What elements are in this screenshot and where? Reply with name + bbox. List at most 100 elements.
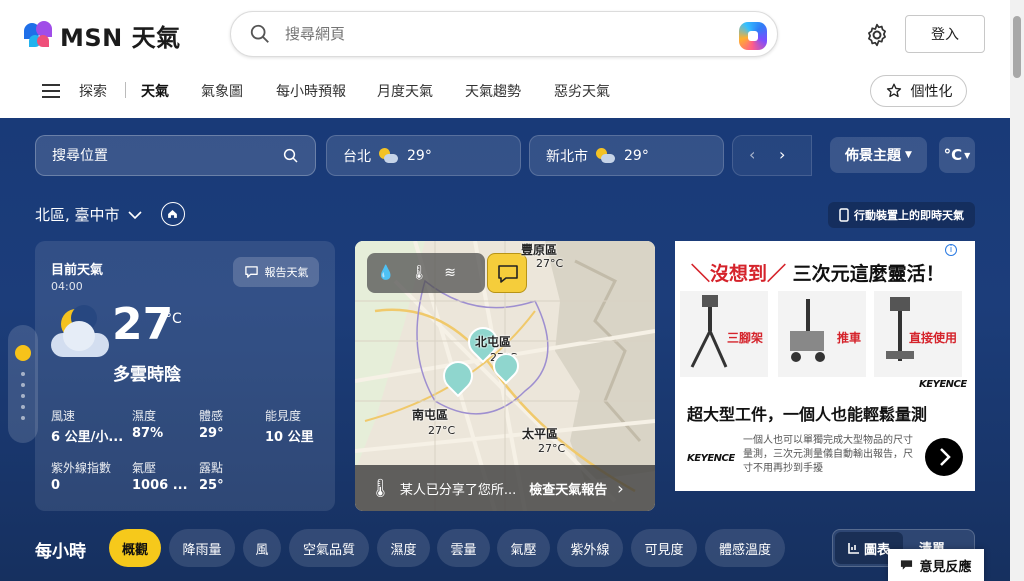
- nav-item-severe[interactable]: 惡劣天氣: [554, 81, 610, 101]
- tab-uv[interactable]: 紫外線: [557, 529, 623, 567]
- unit-dropdown[interactable]: °C ▼: [939, 137, 975, 173]
- tab-feels-like[interactable]: 體感溫度: [705, 529, 785, 567]
- chat-icon: [244, 266, 258, 278]
- ad-body-text: 一個人也可以單獨完成大型物品的尺寸量測，三次元測量儀自動輸出報告，尺寸不用再抄到…: [743, 435, 913, 474]
- tab-cloud-cover[interactable]: 雲量: [437, 529, 490, 567]
- saved-location-temp: 29°: [407, 147, 432, 164]
- feedback-button[interactable]: 意見反應: [888, 549, 984, 581]
- web-search-input[interactable]: [285, 25, 715, 43]
- saved-location-new-taipei[interactable]: 新北市 29°: [529, 135, 724, 176]
- map-share-text: 某人已分享了您所...: [399, 482, 517, 498]
- location-selector[interactable]: 北區, 臺中市: [35, 204, 142, 225]
- ad-product-direct: 直接使用: [874, 291, 962, 377]
- msn-logo[interactable]: MSN 天氣: [24, 18, 181, 53]
- map-place-beitun: 北屯區: [475, 335, 512, 349]
- chevron-down-icon: ▼: [964, 150, 971, 160]
- theme-dropdown[interactable]: 佈景主題 ▼: [830, 137, 927, 173]
- saved-location-name: 台北: [343, 148, 371, 165]
- prev-arrow-icon[interactable]: ‹: [749, 145, 755, 164]
- tab-pressure[interactable]: 氣壓: [497, 529, 550, 567]
- report-weather-button[interactable]: 報告天氣: [233, 257, 319, 287]
- phone-icon: [839, 208, 849, 222]
- login-button[interactable]: 登入: [905, 15, 985, 53]
- current-weather-title: 目前天氣: [51, 263, 104, 278]
- ad-info-icon[interactable]: i: [945, 244, 957, 256]
- chevron-down-icon: [127, 210, 142, 219]
- advertisement[interactable]: i ＼沒想到／ 三次元這麼靈活！ 三腳架 推車 直接使用 KEYENCE 超大型…: [675, 241, 975, 491]
- chevron-right-icon: ›: [617, 478, 624, 498]
- ad-product-cart: 推車: [778, 291, 866, 377]
- feedback-icon: [901, 560, 913, 570]
- current-temperature-unit: °C: [165, 311, 182, 327]
- thermometer-icon: 🌡: [369, 477, 392, 499]
- scrollbar-thumb[interactable]: [1013, 16, 1021, 78]
- ad-next-button[interactable]: [925, 438, 963, 476]
- weather-panel: 台北 29° 新北市 29° ‹ › 佈景主題 ▼ °C ▼ 北區, 臺中市 行…: [0, 118, 1010, 581]
- stat-feels-like: 體感 29°: [199, 409, 224, 441]
- nav-item-weather-map[interactable]: 氣象圖: [201, 81, 243, 101]
- page-scrollbar[interactable]: [1010, 0, 1024, 581]
- tab-air-quality[interactable]: 空氣品質: [289, 529, 369, 567]
- location-search-input[interactable]: [52, 147, 272, 164]
- saved-location-temp: 29°: [624, 147, 649, 164]
- tab-overview[interactable]: 概觀: [109, 529, 161, 567]
- map-layer-toolbar: 💧 🌡 ≋: [367, 253, 485, 293]
- chevron-down-icon: ▼: [905, 150, 912, 160]
- side-rail[interactable]: [8, 325, 38, 443]
- saved-locations-carousel: ‹ ›: [732, 135, 812, 176]
- stat-visibility: 能見度 10 公里: [265, 409, 314, 445]
- thermometer-icon[interactable]: 🌡: [410, 265, 428, 281]
- saved-location-name: 新北市: [546, 148, 588, 165]
- sun-icon[interactable]: [15, 345, 31, 361]
- tab-visibility[interactable]: 可見度: [631, 529, 697, 567]
- next-arrow-icon[interactable]: ›: [779, 145, 785, 164]
- personalize-label: 個性化: [910, 84, 953, 100]
- search-icon: [250, 24, 269, 43]
- nav-item-monthly[interactable]: 月度天氣: [377, 81, 433, 101]
- hourly-section-title: 每小時: [35, 542, 86, 562]
- current-weather-time: 04:00: [51, 280, 83, 293]
- map-temp-taiping: 27°C: [538, 442, 566, 455]
- nav-item-hourly[interactable]: 每小時預報: [276, 81, 346, 101]
- mobile-live-weather-button[interactable]: 行動裝置上的即時天氣: [828, 202, 975, 228]
- map-temp-fengyuan: 27°C: [536, 257, 564, 270]
- top-header: MSN 天氣 登入 探索 天氣 氣象圖 每小時預報 月度天氣 天氣趨勢 惡劣天氣…: [0, 0, 1010, 118]
- weather-map[interactable]: 💧 🌡 ≋ 豐原區 27°C 北屯區 27°C 南屯區 27°C 太平區 27°…: [355, 241, 655, 511]
- tab-humidity[interactable]: 濕度: [377, 529, 430, 567]
- home-icon[interactable]: [161, 202, 185, 226]
- cloudy-night-icon: [49, 305, 111, 365]
- location-name: 北區, 臺中市: [35, 206, 120, 224]
- nav-item-weather[interactable]: 天氣: [141, 81, 169, 101]
- location-search[interactable]: [35, 135, 316, 176]
- report-weather-label: 報告天氣: [264, 266, 309, 279]
- rain-drop-icon[interactable]: 💧: [377, 265, 394, 281]
- star-pen-icon: [886, 83, 901, 98]
- unit-label: °C: [943, 146, 963, 164]
- nav-divider: [125, 82, 126, 98]
- map-share-bar[interactable]: 🌡 某人已分享了您所... 檢查天氣報告 ›: [355, 465, 655, 511]
- nav-item-explore[interactable]: 探索: [79, 81, 107, 101]
- check-report-link[interactable]: 檢查天氣報告: [529, 479, 607, 498]
- current-condition: 多雲時陰: [113, 365, 181, 385]
- map-temp-nantun: 27°C: [428, 424, 456, 437]
- chat-layer-icon[interactable]: [487, 253, 527, 293]
- map-place-fengyuan: 豐原區: [521, 243, 558, 257]
- butterfly-icon: [24, 20, 54, 51]
- wind-icon[interactable]: ≋: [444, 265, 456, 281]
- keyence-logo: KEYENCE: [687, 453, 735, 464]
- ad-product-tripod: 三腳架: [680, 291, 768, 377]
- nav-item-trends[interactable]: 天氣趨勢: [465, 81, 521, 101]
- web-search-bar[interactable]: [230, 11, 778, 57]
- stat-pressure: 氣壓 1006 ...: [132, 461, 188, 493]
- logo-text: MSN 天氣: [60, 24, 181, 52]
- gear-icon[interactable]: [864, 22, 890, 48]
- tab-precipitation[interactable]: 降雨量: [169, 529, 235, 567]
- ad-headline: ＼沒想到／ 三次元這麼靈活！: [691, 263, 945, 285]
- copilot-icon[interactable]: [739, 22, 767, 50]
- feedback-label: 意見反應: [919, 559, 972, 575]
- partly-cloudy-night-icon: [379, 147, 399, 164]
- tab-wind[interactable]: 風: [243, 529, 281, 567]
- personalize-button[interactable]: 個性化: [870, 75, 967, 107]
- menu-icon[interactable]: [42, 84, 60, 98]
- saved-location-taipei[interactable]: 台北 29°: [326, 135, 521, 176]
